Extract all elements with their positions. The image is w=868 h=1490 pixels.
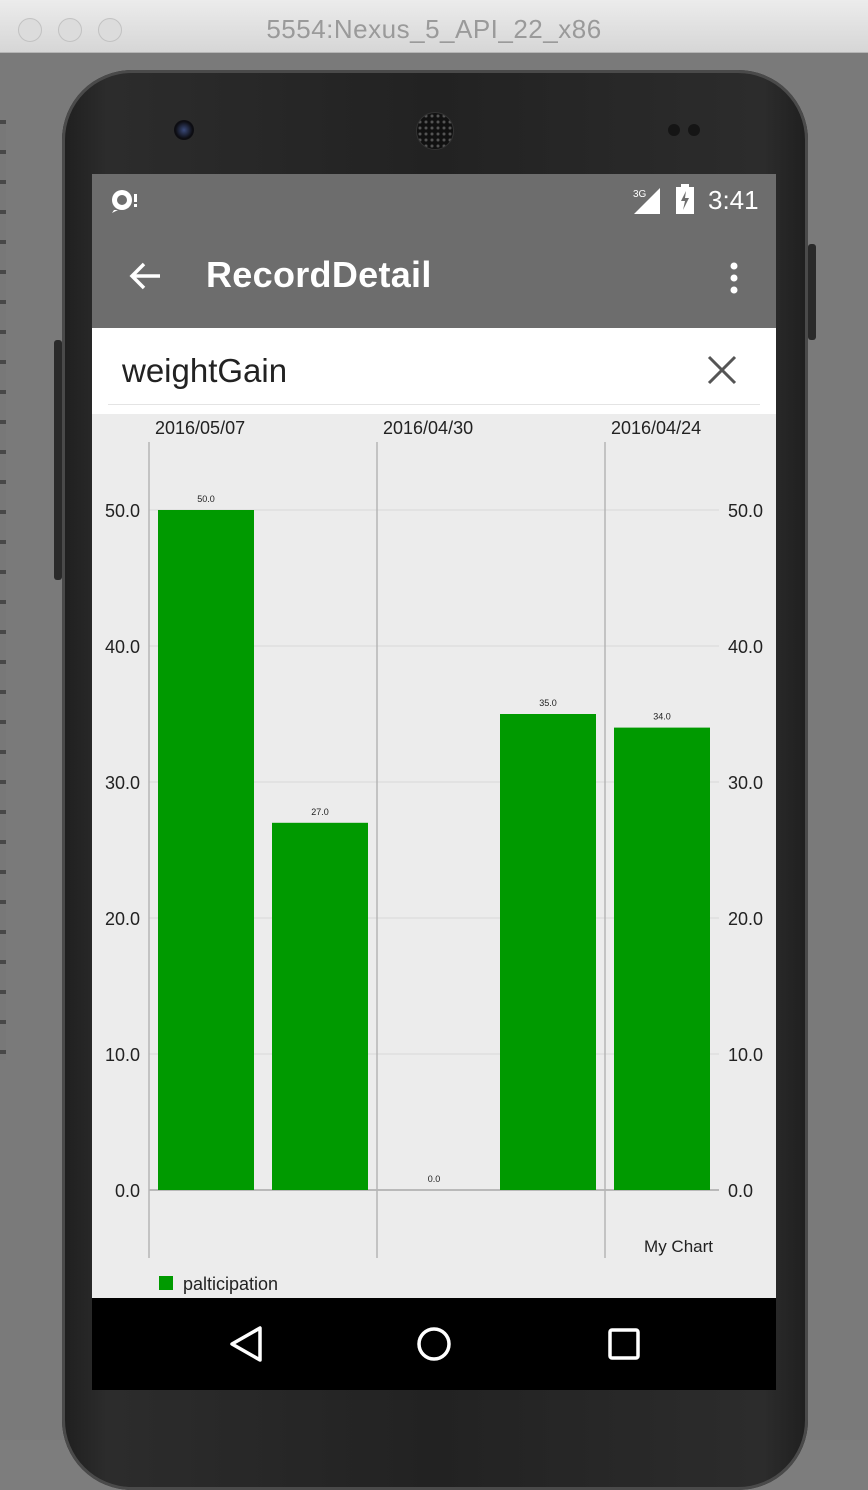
proximity-sensor (668, 124, 680, 136)
device-screen: 3G 3:41 RecordDetail weightGain 0.0 0.0 10… (92, 174, 776, 1390)
bar-value-label: 35.0 (539, 698, 557, 708)
volume-button[interactable] (54, 340, 62, 580)
status-bar: 3G 3:41 (92, 174, 776, 226)
arrow-back-icon[interactable] (126, 256, 166, 296)
signal-icon: 3G (633, 188, 660, 214)
x-top-label: 2016/04/30 (383, 418, 473, 438)
light-sensor (688, 124, 700, 136)
record-title: weightGain (122, 352, 288, 389)
y-tick-label-left: 30.0 (105, 773, 140, 793)
back-triangle-icon[interactable] (222, 1320, 270, 1368)
legend-label: palticipation (183, 1274, 278, 1294)
close-icon[interactable] (704, 352, 740, 388)
power-button[interactable] (808, 244, 816, 340)
bar-value-label: 34.0 (653, 712, 671, 722)
y-tick-label-left: 20.0 (105, 909, 140, 929)
window-title: 5554:Nexus_5_API_22_x86 (266, 14, 602, 44)
window-titlebar: 5554:Nexus_5_API_22_x86 (0, 0, 868, 53)
bar (614, 727, 710, 1190)
y-tick-label-right: 10.0 (728, 1045, 763, 1065)
bar (500, 714, 596, 1190)
more-vert-icon[interactable] (724, 258, 744, 298)
y-tick-label-right: 40.0 (728, 637, 763, 657)
bar-value-label: 27.0 (311, 807, 329, 817)
status-clock: 3:41 (708, 185, 759, 215)
y-tick-label-left: 10.0 (105, 1045, 140, 1065)
y-tick-label-left: 0.0 (115, 1181, 140, 1201)
network-type-label: 3G (633, 189, 647, 200)
bar (158, 510, 254, 1190)
earpiece-speaker (416, 112, 454, 150)
debug-icon (112, 190, 137, 213)
legend-swatch (159, 1276, 173, 1290)
y-tick-label-right: 50.0 (728, 501, 763, 521)
app-toolbar: RecordDetail (92, 226, 776, 328)
x-top-label: 2016/05/07 (155, 418, 245, 438)
x-top-label: 2016/04/24 (611, 418, 701, 438)
emulator-side-strip (0, 120, 6, 1060)
battery-icon (676, 184, 694, 214)
y-tick-label-right: 0.0 (728, 1181, 753, 1201)
bar-value-label: 50.0 (197, 494, 215, 504)
front-camera (174, 120, 194, 140)
bar (272, 822, 368, 1190)
y-tick-label-right: 30.0 (728, 773, 763, 793)
record-header: weightGain (92, 328, 776, 414)
y-tick-label-left: 40.0 (105, 637, 140, 657)
y-tick-label-right: 20.0 (728, 909, 763, 929)
recents-square-icon[interactable] (600, 1320, 648, 1368)
y-tick-label-left: 50.0 (105, 501, 140, 521)
chart-canvas: 0.0 0.0 10.0 10.0 20.0 20.0 30.0 30.0 40.0 40.0 50… (105, 418, 763, 1294)
bar-chart[interactable]: 0.0 0.0 10.0 10.0 20.0 20.0 30.0 30.0 40.0 40.0 50… (92, 414, 776, 1298)
navigation-bar (92, 1298, 776, 1390)
chart-description: My Chart (644, 1237, 713, 1256)
bar-value-label: 0.0 (428, 1174, 441, 1184)
page-title: RecordDetail (206, 254, 432, 295)
header-divider (108, 404, 760, 405)
home-circle-icon[interactable] (410, 1320, 458, 1368)
